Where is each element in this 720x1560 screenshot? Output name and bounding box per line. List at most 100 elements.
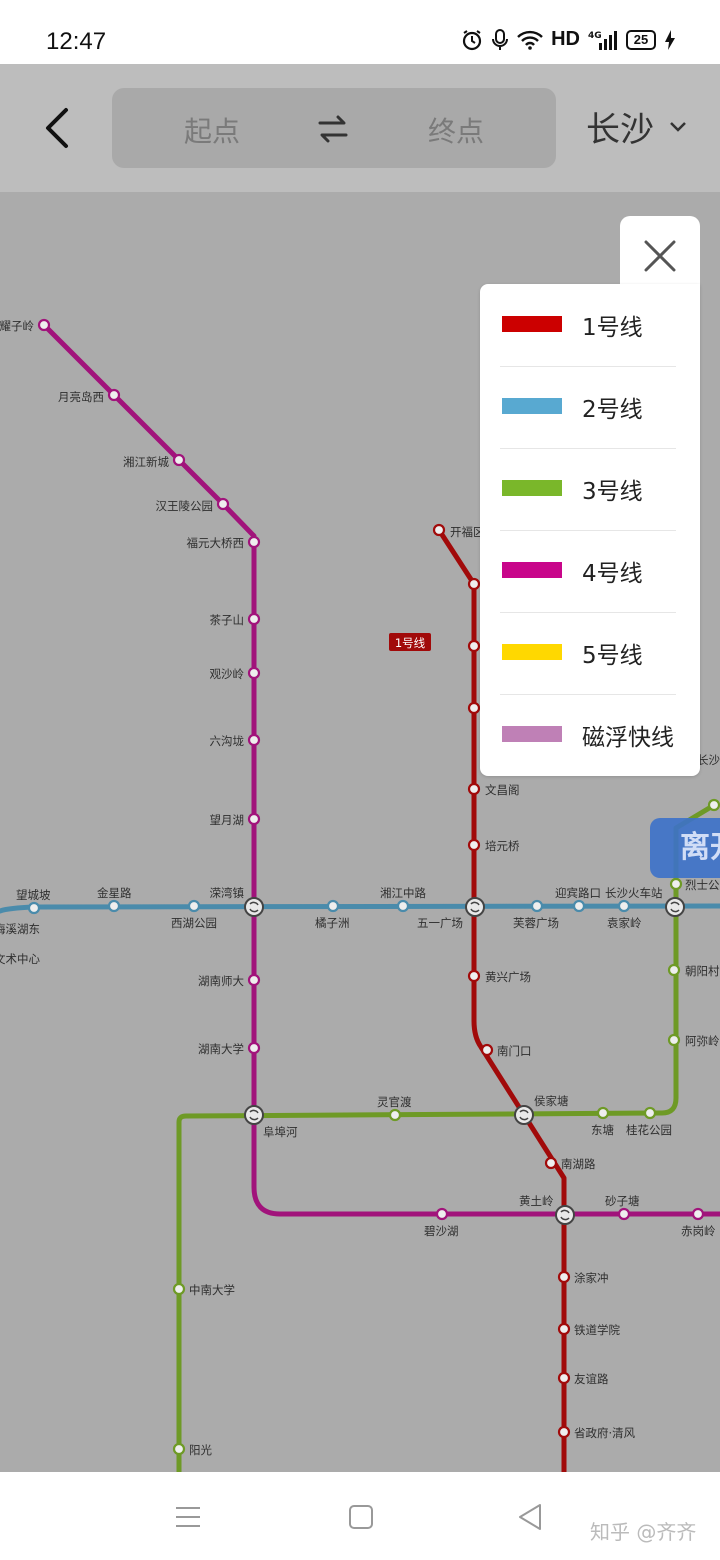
station-marker[interactable] [596, 1106, 610, 1120]
station-marker[interactable] [216, 497, 230, 511]
chevron-down-icon[interactable] [668, 120, 688, 134]
station-label[interactable]: 涂家冲 [574, 1271, 609, 1285]
station-marker[interactable] [107, 388, 121, 402]
station-label[interactable]: 铁道学院 [574, 1323, 620, 1337]
station-marker[interactable] [432, 523, 446, 537]
interchange-icon[interactable] [555, 1205, 575, 1225]
station-label[interactable]: 湖南大学 [198, 1042, 244, 1056]
station-label[interactable]: 金星路 [97, 886, 132, 900]
station-label[interactable]: 侯家塘 [534, 1094, 569, 1108]
station-label[interactable]: 砂子塘 [605, 1194, 640, 1208]
station-marker[interactable] [247, 535, 261, 549]
end-point-input[interactable]: 终点 [428, 110, 484, 150]
station-label[interactable]: 梅溪湖东 [0, 922, 40, 936]
station-label[interactable]: 中南大学 [189, 1283, 235, 1297]
station-label[interactable]: 桂花公园 [626, 1123, 672, 1137]
station-marker[interactable] [557, 1322, 571, 1336]
station-marker[interactable] [467, 838, 481, 852]
station-label[interactable]: 南湖路 [561, 1157, 596, 1171]
station-label[interactable]: 长沙火车站 [605, 886, 663, 900]
station-label[interactable]: 阿弥岭 [685, 1034, 720, 1048]
station-marker[interactable] [617, 1207, 631, 1221]
station-label[interactable]: 培元桥 [485, 839, 520, 853]
station-marker[interactable] [467, 639, 481, 653]
interchange-icon[interactable] [465, 897, 485, 917]
station-marker[interactable] [667, 1033, 681, 1047]
station-label[interactable]: 文昌阁 [485, 783, 520, 797]
station-marker[interactable] [247, 812, 261, 826]
station-marker[interactable] [707, 798, 720, 812]
station-marker[interactable] [572, 899, 586, 913]
station-marker[interactable] [544, 1156, 558, 1170]
station-label[interactable]: 袁家岭 [607, 916, 642, 930]
station-label[interactable]: 迎宾路口 [555, 886, 601, 900]
station-marker[interactable] [557, 1270, 571, 1284]
station-marker[interactable] [667, 963, 681, 977]
station-marker[interactable] [467, 577, 481, 591]
station-label[interactable]: 朝阳村 [685, 964, 720, 978]
station-marker[interactable] [435, 1207, 449, 1221]
station-marker[interactable] [247, 973, 261, 987]
legend-item-line-3[interactable]: 3号线 [500, 448, 676, 531]
station-label[interactable]: 湘江新城 [123, 455, 169, 469]
station-marker[interactable] [480, 1043, 494, 1057]
station-label[interactable]: 月亮岛西 [58, 390, 104, 404]
station-label[interactable]: 望城坡 [16, 888, 51, 902]
station-label[interactable]: 湖南师大 [198, 974, 244, 988]
legend-item-line-1[interactable]: 1号线 [500, 284, 676, 367]
station-label[interactable]: 芙蓉广场 [513, 916, 559, 930]
nav-back-icon[interactable] [516, 1502, 544, 1532]
interchange-icon[interactable] [665, 897, 685, 917]
legend-item-line-5[interactable]: 5号线 [500, 612, 676, 695]
swap-icon[interactable] [316, 112, 350, 146]
station-label[interactable]: 烈士公 [685, 878, 720, 892]
station-marker[interactable] [172, 1442, 186, 1456]
home-icon[interactable] [348, 1504, 374, 1530]
station-label[interactable]: 耀子岭 [0, 319, 34, 333]
station-marker[interactable] [617, 899, 631, 913]
station-marker[interactable] [107, 899, 121, 913]
station-label[interactable]: 东塘 [591, 1123, 614, 1137]
station-label[interactable]: 西湖公园 [171, 916, 217, 930]
station-marker[interactable] [247, 733, 261, 747]
station-label[interactable]: 阜埠河 [263, 1125, 298, 1139]
station-marker[interactable] [27, 901, 41, 915]
station-label[interactable]: 茶子山 [210, 613, 245, 627]
station-marker[interactable] [669, 877, 683, 891]
legend-item-maglev[interactable]: 磁浮快线 [500, 694, 676, 776]
station-marker[interactable] [247, 1041, 261, 1055]
station-marker[interactable] [467, 969, 481, 983]
station-marker[interactable] [643, 1106, 657, 1120]
station-marker[interactable] [557, 1425, 571, 1439]
interchange-icon[interactable] [244, 1105, 264, 1125]
back-arrow-icon[interactable] [36, 104, 80, 152]
station-marker[interactable] [172, 453, 186, 467]
station-label[interactable]: 长沙 [697, 753, 720, 767]
station-label[interactable]: 文术中心 [0, 952, 40, 966]
start-point-input[interactable]: 起点 [184, 110, 240, 150]
interchange-icon[interactable] [244, 897, 264, 917]
close-icon[interactable] [642, 238, 678, 274]
station-label[interactable]: 福元大桥西 [187, 536, 245, 550]
station-label[interactable]: 阳光 [189, 1443, 212, 1457]
station-marker[interactable] [396, 899, 410, 913]
station-marker[interactable] [172, 1282, 186, 1296]
station-marker[interactable] [187, 899, 201, 913]
station-marker[interactable] [326, 899, 340, 913]
station-label[interactable]: 友谊路 [574, 1372, 609, 1386]
menu-icon[interactable] [174, 1504, 202, 1530]
station-label[interactable]: 省政府·清风 [574, 1426, 636, 1440]
station-label[interactable]: 六沟垅 [210, 734, 245, 748]
station-marker[interactable] [37, 318, 51, 332]
station-marker[interactable] [388, 1108, 402, 1122]
interchange-icon[interactable] [514, 1105, 534, 1125]
station-label[interactable]: 溁湾镇 [210, 886, 245, 900]
station-label[interactable]: 观沙岭 [210, 667, 245, 681]
station-label[interactable]: 湘江中路 [380, 886, 426, 900]
station-label[interactable]: 赤岗岭 [681, 1224, 716, 1238]
station-label[interactable]: 碧沙湖 [424, 1224, 459, 1238]
station-marker[interactable] [530, 899, 544, 913]
station-label[interactable]: 橘子洲 [315, 916, 350, 930]
station-label[interactable]: 五一广场 [417, 916, 463, 930]
legend-item-line-4[interactable]: 4号线 [500, 530, 676, 613]
